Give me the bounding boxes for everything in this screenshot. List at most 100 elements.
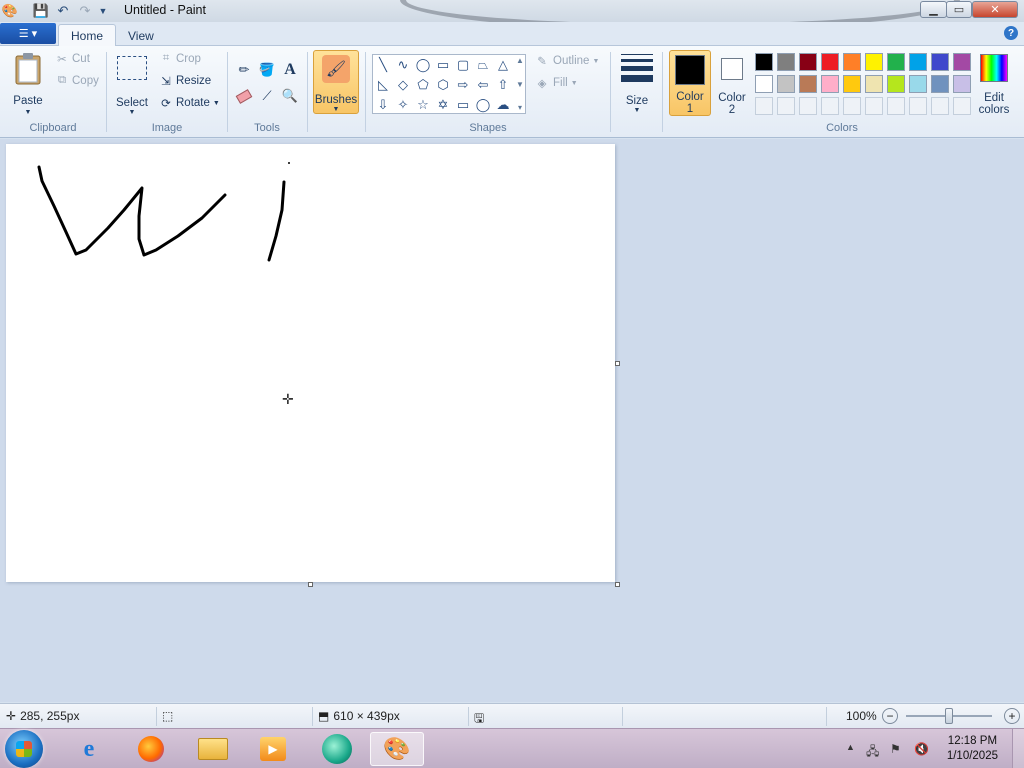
palette-custom-slot[interactable]	[953, 97, 971, 115]
palette-custom-slot[interactable]	[777, 97, 795, 115]
canvas-workarea[interactable]: ✛	[0, 139, 1024, 702]
select-button[interactable]: Select ▼	[112, 52, 152, 116]
shapes-scroll[interactable]: ▲ ▼ ▾	[515, 56, 525, 112]
palette-swatch[interactable]	[953, 75, 971, 93]
palette-swatch[interactable]	[887, 75, 905, 93]
copy-button[interactable]: ⧉ Copy	[54, 74, 99, 87]
redo-icon[interactable]: ↷	[76, 2, 94, 20]
media-player-taskbar-icon[interactable]: ▶	[246, 732, 300, 766]
palette-custom-slot[interactable]	[887, 97, 905, 115]
palette-custom-slot[interactable]	[821, 97, 839, 115]
resize-handle-bottom[interactable]	[308, 582, 313, 587]
file-explorer-taskbar-icon[interactable]	[186, 732, 240, 766]
palette-swatch[interactable]	[887, 53, 905, 71]
palette-swatch[interactable]	[865, 75, 883, 93]
curve-shape-icon[interactable]: ∿	[393, 55, 413, 75]
customize-toolbar-icon[interactable]: ▼	[96, 2, 110, 20]
hexagon-shape-icon[interactable]: ⬡	[433, 75, 453, 95]
cloud-callout-shape-icon[interactable]: ☁	[493, 95, 513, 115]
palette-swatch[interactable]	[953, 53, 971, 71]
zoom-in-button[interactable]: +	[1004, 708, 1020, 724]
show-hidden-icons[interactable]: ▲	[846, 742, 855, 752]
five-point-star-shape-icon[interactable]: ☆	[413, 95, 433, 115]
paint-menu-button[interactable]: ☰ ▾	[0, 23, 56, 44]
resize-button[interactable]: ⇲ Resize	[158, 74, 211, 88]
rectangle-shape-icon[interactable]: ▭	[433, 55, 453, 75]
palette-custom-slot[interactable]	[755, 97, 773, 115]
zoom-slider[interactable]	[906, 708, 992, 724]
undo-icon[interactable]: ↶	[54, 2, 72, 20]
tab-view[interactable]: View	[116, 24, 166, 47]
oval-callout-shape-icon[interactable]: ◯	[473, 95, 493, 115]
palette-swatch[interactable]	[755, 75, 773, 93]
size-button[interactable]: Size ▼	[617, 50, 657, 114]
eraser-icon[interactable]	[234, 86, 254, 106]
maximize-button[interactable]: ▭	[946, 1, 972, 18]
diamond-shape-icon[interactable]: ◇	[393, 75, 413, 95]
tab-home[interactable]: Home	[58, 24, 117, 47]
right-triangle-shape-icon[interactable]: ◺	[373, 75, 393, 95]
drawing-canvas[interactable]: ✛	[6, 144, 615, 582]
up-arrow-shape-icon[interactable]: ⇧	[493, 75, 513, 95]
palette-swatch[interactable]	[865, 53, 883, 71]
palette-swatch[interactable]	[777, 53, 795, 71]
paste-button[interactable]: Paste ▼	[8, 50, 48, 116]
polygon-shape-icon[interactable]: ⏢	[473, 55, 493, 75]
app-taskbar-icon[interactable]	[310, 732, 364, 766]
save-icon[interactable]: 💾	[32, 2, 50, 20]
edit-colors-button[interactable]: Edit colors	[975, 50, 1013, 116]
four-point-star-shape-icon[interactable]: ✧	[393, 95, 413, 115]
fill-bucket-icon[interactable]: 🪣	[257, 60, 277, 80]
start-button[interactable]	[5, 730, 43, 768]
close-button[interactable]: ✕	[972, 1, 1018, 18]
help-icon[interactable]: ?	[1004, 26, 1018, 40]
rounded-callout-shape-icon[interactable]: ▭	[453, 95, 473, 115]
left-arrow-shape-icon[interactable]: ⇦	[473, 75, 493, 95]
down-arrow-shape-icon[interactable]: ⇩	[373, 95, 393, 115]
system-clock[interactable]: 12:18 PM 1/10/2025	[947, 734, 998, 764]
minimize-button[interactable]: ▁	[920, 1, 947, 18]
palette-custom-slot[interactable]	[799, 97, 817, 115]
rounded-rectangle-shape-icon[interactable]: ▢	[453, 55, 473, 75]
palette-swatch[interactable]	[755, 53, 773, 71]
fill-button[interactable]: ◈ Fill ▼	[534, 76, 578, 90]
brushes-button[interactable]: 🖌 Brushes ▼	[313, 50, 359, 114]
outline-button[interactable]: ✎ Outline ▼	[534, 54, 599, 68]
color2-button[interactable]: Color 2	[712, 50, 752, 116]
resize-handle-right[interactable]	[615, 361, 620, 366]
palette-custom-slot[interactable]	[843, 97, 861, 115]
oval-shape-icon[interactable]: ◯	[413, 55, 433, 75]
pencil-icon[interactable]: ✏	[234, 60, 254, 80]
show-desktop-button[interactable]	[1012, 729, 1024, 768]
palette-swatch[interactable]	[909, 75, 927, 93]
palette-swatch[interactable]	[931, 53, 949, 71]
palette-custom-slot[interactable]	[931, 97, 949, 115]
color1-button[interactable]: Color 1	[669, 50, 711, 116]
palette-swatch[interactable]	[821, 75, 839, 93]
palette-swatch[interactable]	[931, 75, 949, 93]
pentagon-shape-icon[interactable]: ⬠	[413, 75, 433, 95]
right-arrow-shape-icon[interactable]: ⇨	[453, 75, 473, 95]
line-shape-icon[interactable]: ╲	[373, 55, 393, 75]
action-center-flag-icon[interactable]: ⚑	[890, 742, 901, 756]
palette-swatch[interactable]	[821, 53, 839, 71]
zoom-out-button[interactable]: −	[882, 708, 898, 724]
palette-custom-slot[interactable]	[909, 97, 927, 115]
cut-button[interactable]: ✂ Cut	[54, 52, 90, 66]
color-picker-icon[interactable]: ⟋	[257, 86, 277, 106]
firefox-taskbar-icon[interactable]	[124, 732, 178, 766]
internet-explorer-taskbar-icon[interactable]: e	[62, 732, 116, 766]
palette-custom-slot[interactable]	[865, 97, 883, 115]
zoom-slider-thumb[interactable]	[945, 708, 953, 724]
palette-swatch[interactable]	[799, 75, 817, 93]
magnifier-icon[interactable]: 🔍	[280, 86, 300, 106]
palette-swatch[interactable]	[843, 75, 861, 93]
palette-swatch[interactable]	[909, 53, 927, 71]
paint-taskbar-icon[interactable]: 🎨	[370, 732, 424, 766]
palette-swatch[interactable]	[843, 53, 861, 71]
triangle-shape-icon[interactable]: △	[493, 55, 513, 75]
six-point-star-shape-icon[interactable]: ✡	[433, 95, 453, 115]
rotate-button[interactable]: ⟳ Rotate ▼	[158, 96, 220, 110]
volume-muted-icon[interactable]: 🔇	[914, 742, 929, 756]
network-icon[interactable]: 🖧	[866, 742, 879, 763]
